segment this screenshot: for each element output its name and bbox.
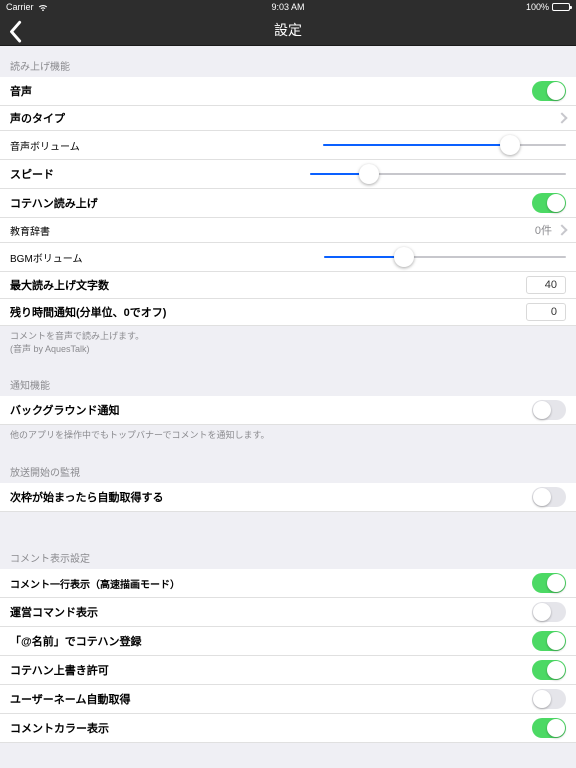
- footer-notify: 他のアプリを操作中でもトップバナーでコメントを通知します。: [0, 425, 576, 452]
- input-remain-notify[interactable]: 0: [526, 303, 566, 321]
- toggle-overwrite[interactable]: [532, 660, 566, 680]
- row-edu-dict[interactable]: 教育辞書 0件: [0, 218, 576, 243]
- toggle-auto-fetch[interactable]: [532, 487, 566, 507]
- status-bar: Carrier 9:03 AM 100%: [0, 0, 576, 14]
- section-header-comment-disp: コメント表示設定: [0, 538, 576, 569]
- footer-speech-1: コメントを音声で読み上げます。: [10, 330, 566, 343]
- label-at-name: 「@名前」でコテハン登録: [10, 633, 142, 649]
- footer-speech-2: (音声 by AquesTalk): [10, 343, 566, 356]
- toggle-bg-notify[interactable]: [532, 400, 566, 420]
- footer-speech: コメントを音声で読み上げます。 (音声 by AquesTalk): [0, 326, 576, 365]
- row-bg-notify: バックグラウンド通知: [0, 396, 576, 425]
- battery-icon: [552, 3, 570, 11]
- row-speed: スピード: [0, 160, 576, 189]
- value-edu-dict: 0件: [535, 222, 552, 238]
- toggle-kotehan-read[interactable]: [532, 193, 566, 213]
- back-button[interactable]: [8, 20, 22, 40]
- label-bg-notify: バックグラウンド通知: [10, 402, 120, 418]
- row-comment-color: コメントカラー表示: [0, 714, 576, 743]
- footer-monitor: [0, 512, 576, 539]
- chevron-icon: [556, 224, 567, 235]
- label-bgm-volume: BGMボリューム: [10, 250, 82, 265]
- slider-speed[interactable]: [310, 164, 566, 184]
- row-one-line: コメント一行表示（高速描画モード）: [0, 569, 576, 598]
- status-time: 9:03 AM: [271, 2, 304, 12]
- slider-voice-volume[interactable]: [323, 135, 566, 155]
- battery-pct: 100%: [526, 2, 549, 12]
- row-at-name: 「@名前」でコテハン登録: [0, 627, 576, 656]
- wifi-icon: [38, 3, 48, 11]
- label-overwrite: コテハン上書き許可: [10, 662, 109, 678]
- label-voice: 音声: [10, 83, 32, 99]
- row-remain-notify: 残り時間通知(分単位、0でオフ) 0: [0, 299, 576, 326]
- section-header-notify: 通知機能: [0, 365, 576, 396]
- label-comment-color: コメントカラー表示: [10, 720, 109, 736]
- input-max-chars[interactable]: 40: [526, 276, 566, 294]
- slider-bgm-volume[interactable]: [324, 247, 566, 267]
- toggle-voice[interactable]: [532, 81, 566, 101]
- toggle-one-line[interactable]: [532, 573, 566, 593]
- label-voice-volume: 音声ボリューム: [10, 138, 80, 153]
- section-header-speech: 読み上げ機能: [0, 46, 576, 77]
- label-voice-type: 声のタイプ: [10, 110, 65, 126]
- row-max-chars: 最大読み上げ文字数 40: [0, 272, 576, 299]
- nav-bar: 設定: [0, 14, 576, 46]
- label-speed: スピード: [10, 166, 54, 182]
- row-voice-volume: 音声ボリューム: [0, 131, 576, 160]
- toggle-at-name[interactable]: [532, 631, 566, 651]
- row-kotehan-read: コテハン読み上げ: [0, 189, 576, 218]
- row-username-auto: ユーザーネーム自動取得: [0, 685, 576, 714]
- carrier-label: Carrier: [6, 2, 34, 12]
- label-one-line: コメント一行表示（高速描画モード）: [10, 576, 180, 591]
- row-op-cmd: 運営コマンド表示: [0, 598, 576, 627]
- label-edu-dict: 教育辞書: [10, 223, 50, 238]
- row-overwrite: コテハン上書き許可: [0, 656, 576, 685]
- label-max-chars: 最大読み上げ文字数: [10, 277, 109, 293]
- row-auto-fetch: 次枠が始まったら自動取得する: [0, 483, 576, 512]
- label-op-cmd: 運営コマンド表示: [10, 604, 98, 620]
- chevron-icon: [556, 112, 567, 123]
- row-voice: 音声: [0, 77, 576, 106]
- toggle-comment-color[interactable]: [532, 718, 566, 738]
- settings-scroll[interactable]: 読み上げ機能 音声 声のタイプ 音声ボリューム スピード コテハン読み上げ 教育…: [0, 46, 576, 768]
- toggle-op-cmd[interactable]: [532, 602, 566, 622]
- toggle-username-auto[interactable]: [532, 689, 566, 709]
- label-kotehan-read: コテハン読み上げ: [10, 195, 98, 211]
- section-header-monitor: 放送開始の監視: [0, 452, 576, 483]
- label-username-auto: ユーザーネーム自動取得: [10, 691, 130, 707]
- row-voice-type[interactable]: 声のタイプ: [0, 106, 576, 131]
- label-auto-fetch: 次枠が始まったら自動取得する: [10, 489, 164, 505]
- label-remain-notify: 残り時間通知(分単位、0でオフ): [10, 304, 166, 320]
- footer-comment-disp: [0, 743, 576, 768]
- row-bgm-volume: BGMボリューム: [0, 243, 576, 272]
- page-title: 設定: [0, 20, 576, 40]
